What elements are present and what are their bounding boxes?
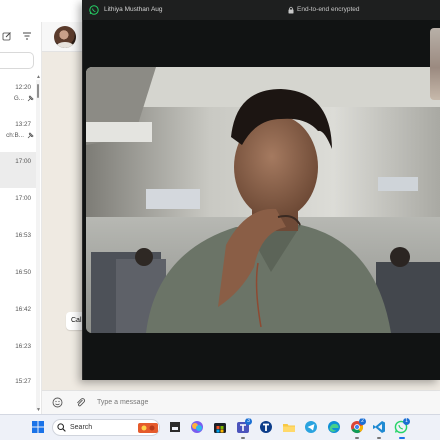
- whatsapp-notification-badge: 1: [403, 418, 410, 425]
- filter-icon[interactable]: [22, 31, 32, 41]
- new-chat-icon[interactable]: [2, 31, 12, 41]
- chat-time: 15:27: [15, 378, 31, 385]
- chat-list-item[interactable]: 15:27: [0, 378, 36, 414]
- scroll-down-arrow-icon[interactable]: ▼: [36, 407, 41, 413]
- edge-icon[interactable]: [327, 420, 341, 434]
- scroll-up-arrow-icon[interactable]: ▲: [36, 74, 41, 80]
- chat-list-item[interactable]: 16:42: [0, 306, 36, 342]
- lock-icon: [288, 6, 294, 14]
- message-input[interactable]: Type a message: [97, 396, 397, 410]
- file-explorer-icon[interactable]: [282, 420, 296, 434]
- widgets-icon[interactable]: [168, 420, 182, 434]
- whatsapp-logo-icon: [89, 5, 99, 15]
- windows-start-icon[interactable]: [30, 419, 46, 435]
- teams-running-indicator: [241, 437, 245, 439]
- whatsapp-active-indicator: [399, 437, 405, 439]
- emoji-icon[interactable]: [52, 397, 63, 408]
- chrome-running-indicator: [355, 437, 359, 439]
- game-promo-icon[interactable]: [137, 420, 159, 434]
- chat-list-item[interactable]: 17:00: [0, 195, 36, 231]
- copilot-icon[interactable]: [190, 420, 204, 434]
- chat-time: 16:53: [15, 232, 31, 239]
- chrome-notification-badge: 2: [359, 418, 366, 425]
- vscode-icon[interactable]: [372, 420, 386, 434]
- pin-icon: [27, 95, 34, 102]
- chat-time: 16:42: [15, 306, 31, 313]
- chat-snippet: G...: [13, 95, 24, 102]
- self-video-preview[interactable]: [430, 28, 440, 100]
- chat-list-item[interactable]: 16:53: [0, 232, 36, 268]
- teams-notification-badge: 3: [245, 418, 252, 425]
- chat-list-item[interactable]: 12:20 G...: [0, 84, 36, 120]
- chat-list-item[interactable]: 16:23: [0, 343, 36, 379]
- encryption-label: End-to-end encrypted: [297, 6, 360, 13]
- avatar[interactable]: [54, 26, 76, 48]
- telegram-icon[interactable]: [304, 420, 318, 434]
- attach-icon[interactable]: [75, 397, 86, 408]
- trello-icon[interactable]: [259, 420, 273, 434]
- chat-time: 16:23: [15, 343, 31, 350]
- scrollbar-thumb[interactable]: [37, 84, 39, 98]
- chat-time: 12:20: [15, 84, 31, 91]
- search-icon: [57, 423, 66, 432]
- chat-time: 17:00: [15, 158, 31, 165]
- store-icon[interactable]: [213, 420, 227, 434]
- vscode-running-indicator: [377, 437, 381, 439]
- chat-search-input[interactable]: [0, 52, 34, 69]
- remote-video-feed: [86, 67, 440, 333]
- taskbar-search-label: Search: [70, 424, 93, 431]
- chat-snippet: ch:B...: [6, 132, 24, 139]
- pin-icon: [27, 132, 34, 139]
- chat-time: 17:00: [15, 195, 31, 202]
- call-bubble-text: Cal: [71, 317, 82, 324]
- call-contact-name: Lithiya Musthan Aug: [104, 6, 163, 13]
- chat-time: 13:27: [15, 121, 31, 128]
- chat-time: 16:50: [15, 269, 31, 276]
- chat-list-item-selected[interactable]: 17:00: [0, 152, 36, 188]
- message-input-placeholder: Type a message: [97, 399, 149, 406]
- chat-list-scrollbar[interactable]: [36, 80, 40, 410]
- chat-list-item[interactable]: 16:50: [0, 269, 36, 305]
